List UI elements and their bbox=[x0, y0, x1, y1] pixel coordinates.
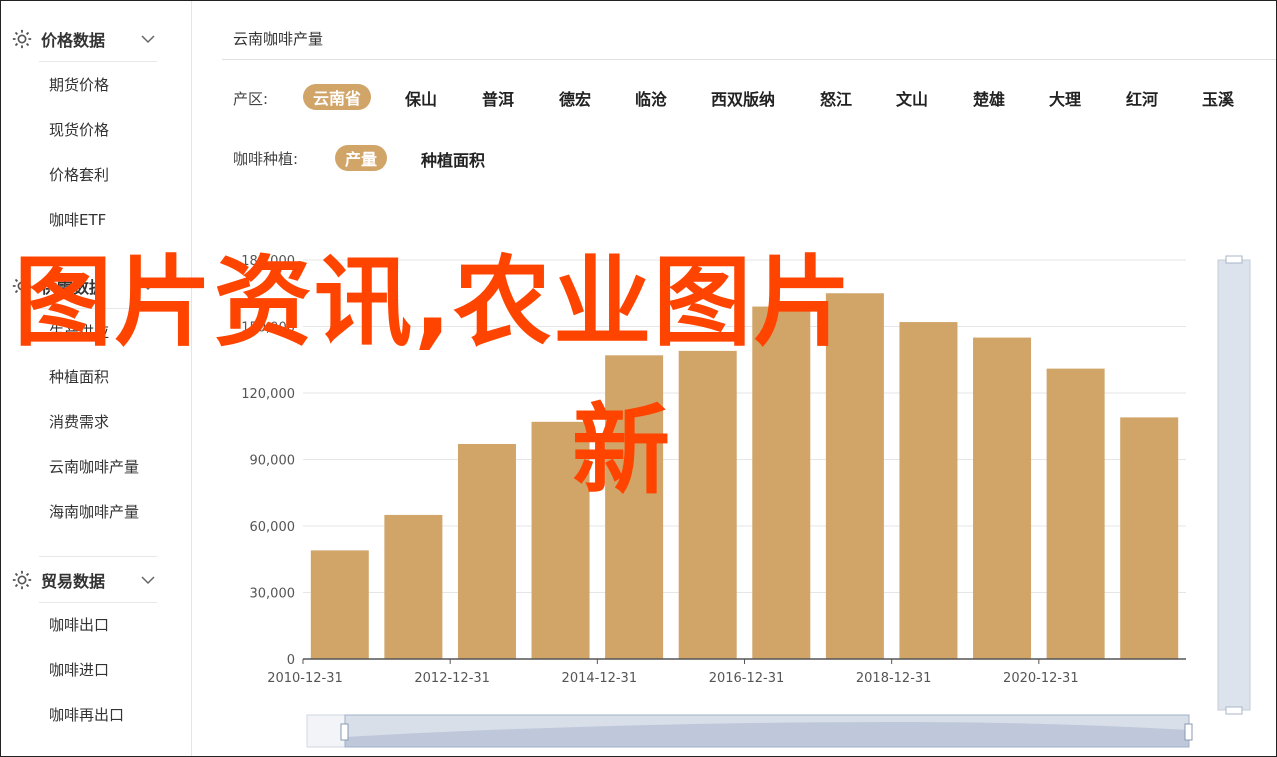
x-tick-label: 2016-12-31 bbox=[709, 671, 785, 686]
bar[interactable] bbox=[605, 355, 664, 659]
y-tick-label: 90,000 bbox=[250, 454, 296, 469]
zoom-handle-right[interactable] bbox=[1184, 723, 1193, 741]
y-tick-label: 180,000 bbox=[241, 254, 295, 269]
bar[interactable] bbox=[457, 443, 516, 659]
bar[interactable] bbox=[973, 337, 1032, 659]
bar[interactable] bbox=[384, 514, 443, 659]
y-tick-label: 0 bbox=[287, 653, 295, 668]
zoom-handle-left[interactable] bbox=[340, 723, 349, 741]
x-tick-label: 2020-12-31 bbox=[1003, 671, 1079, 686]
bar[interactable] bbox=[531, 421, 590, 659]
vertical-zoom-slider[interactable] bbox=[1217, 259, 1251, 711]
slider-handle-top[interactable] bbox=[1225, 255, 1243, 264]
x-tick-label: 2010-12-31 bbox=[267, 671, 343, 686]
bar[interactable] bbox=[678, 350, 737, 659]
bar[interactable] bbox=[310, 550, 369, 659]
bar[interactable] bbox=[1046, 368, 1105, 659]
y-tick-label: 60,000 bbox=[250, 520, 296, 535]
y-tick-label: 150,000 bbox=[241, 321, 295, 336]
x-tick-label: 2014-12-31 bbox=[562, 671, 638, 686]
horizontal-zoom-window[interactable] bbox=[344, 714, 1190, 748]
slider-handle-bottom[interactable] bbox=[1225, 706, 1243, 715]
bar[interactable] bbox=[752, 306, 811, 659]
y-tick-label: 30,000 bbox=[250, 587, 296, 602]
bar[interactable] bbox=[825, 293, 884, 659]
y-tick-label: 120,000 bbox=[241, 387, 295, 402]
bar[interactable] bbox=[1120, 417, 1179, 659]
bar-chart: 0 30,000 60,000 90,000 120,000 150,000 180,000… bbox=[241, 254, 1251, 748]
x-tick-label: 2012-12-31 bbox=[414, 671, 490, 686]
bar[interactable] bbox=[899, 322, 958, 659]
x-tick-label: 2018-12-31 bbox=[856, 671, 932, 686]
